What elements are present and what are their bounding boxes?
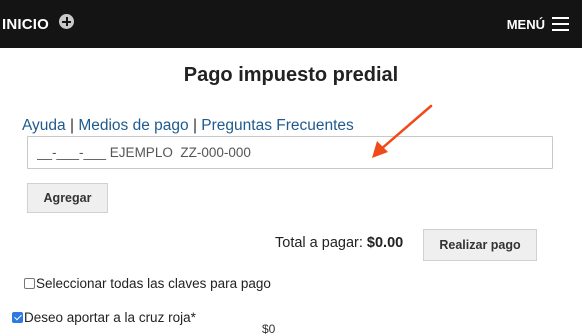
annotation-arrow-icon xyxy=(372,104,433,158)
